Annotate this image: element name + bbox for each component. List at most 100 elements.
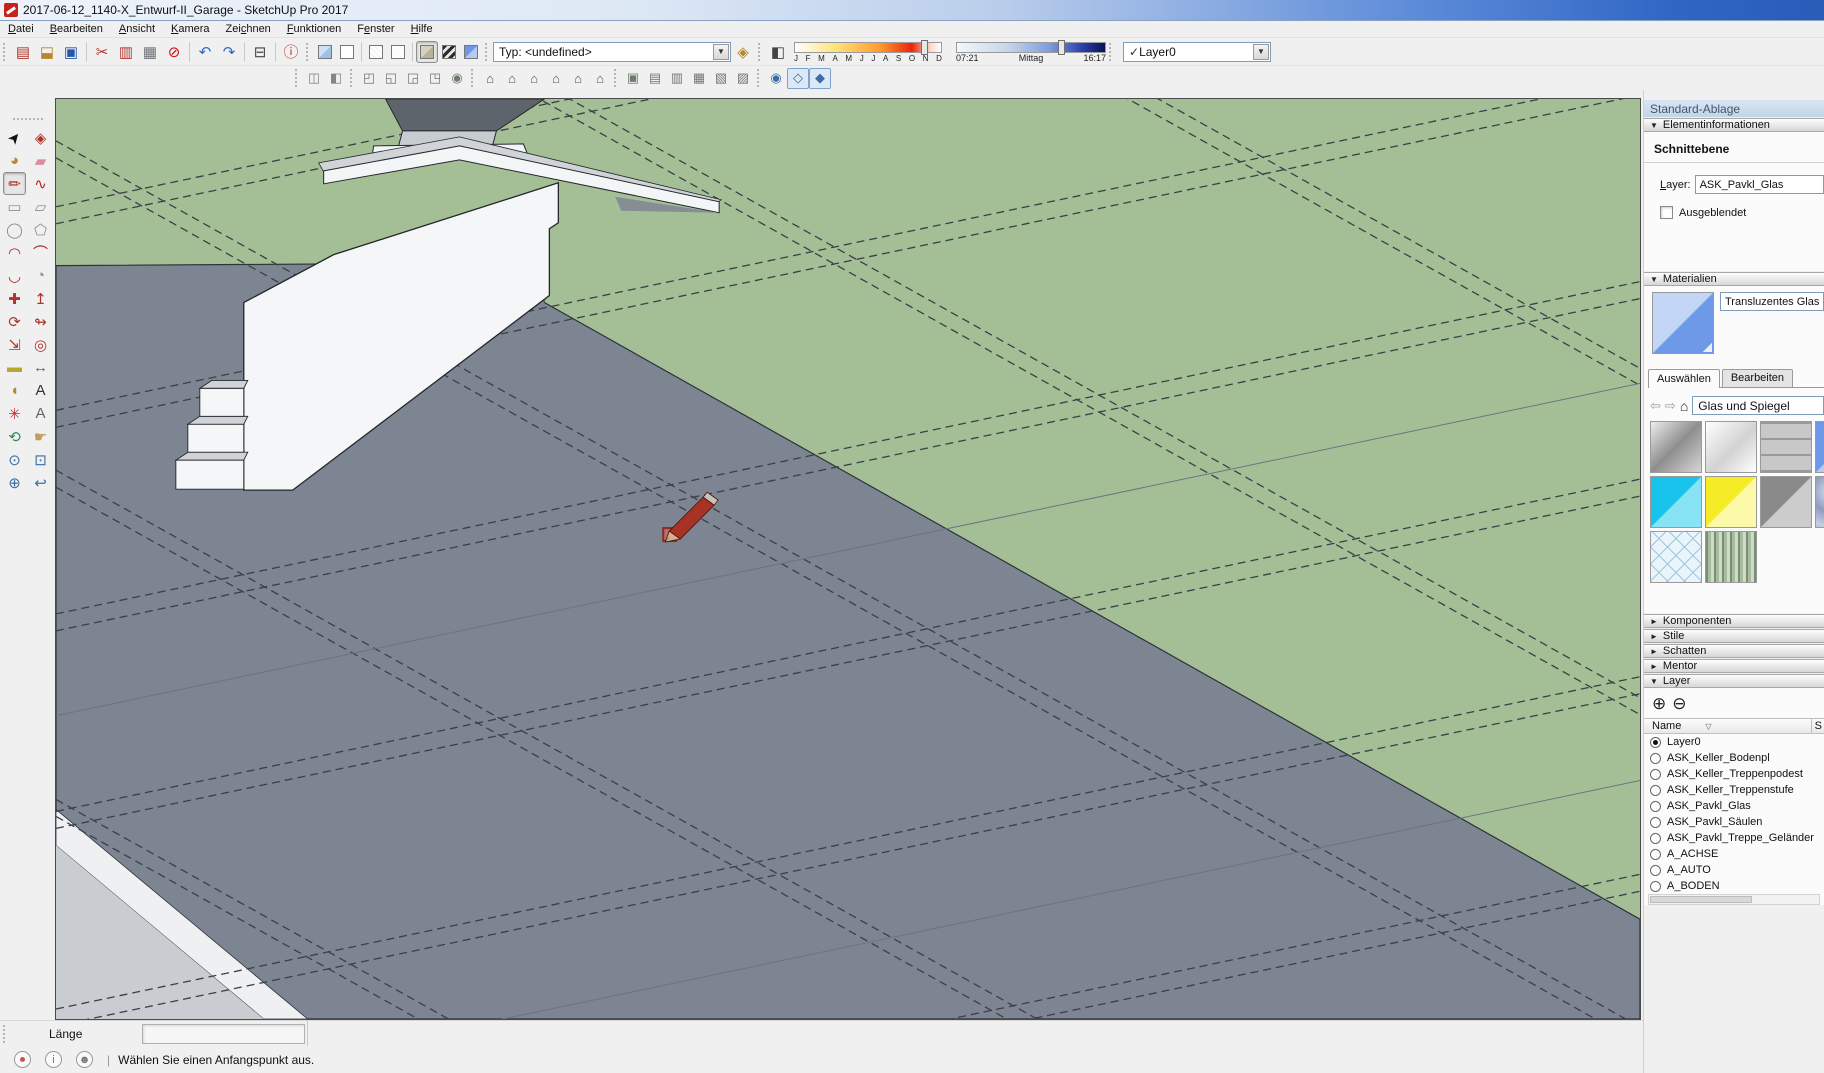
layer-radio[interactable] bbox=[1650, 833, 1661, 844]
geolocation-icon[interactable] bbox=[14, 1051, 31, 1068]
layer-radio[interactable] bbox=[1650, 865, 1661, 876]
undo[interactable]: ↶ bbox=[193, 40, 217, 64]
tool-arc[interactable]: ◠ bbox=[3, 241, 26, 264]
cut[interactable]: ✂ bbox=[90, 40, 114, 64]
component-attributes[interactable]: ▦ bbox=[688, 68, 710, 89]
material-glass-cloudy[interactable] bbox=[1815, 476, 1824, 528]
section-header-materialien[interactable]: ▼ Materialien bbox=[1644, 272, 1824, 286]
back-arrow-icon[interactable]: ⇦ bbox=[1650, 398, 1661, 414]
tool-scale[interactable]: ⇲ bbox=[3, 333, 26, 356]
tool-select[interactable]: ➤ bbox=[3, 126, 26, 149]
entity-layer-input[interactable]: ASK_Pavkl_Glas bbox=[1695, 175, 1824, 194]
layer-row[interactable]: ASK_Keller_Treppenstufe bbox=[1644, 782, 1824, 798]
layer-table-header[interactable]: Name ▽ S bbox=[1644, 718, 1824, 734]
tab-bearbeiten[interactable]: Bearbeiten bbox=[1722, 369, 1793, 387]
material-glass-clear[interactable] bbox=[1705, 421, 1757, 473]
copy[interactable]: ▥ bbox=[114, 40, 138, 64]
material-glass-lattice[interactable] bbox=[1650, 531, 1702, 583]
redo[interactable]: ↷ bbox=[217, 40, 241, 64]
home-icon[interactable]: ⌂ bbox=[1680, 398, 1688, 414]
solid-subtract[interactable]: ◳ bbox=[424, 68, 446, 89]
material-mirror-gray[interactable] bbox=[1650, 421, 1702, 473]
solid-union[interactable]: ◲ bbox=[402, 68, 424, 89]
save-file[interactable]: ▣ bbox=[59, 40, 83, 64]
layer-radio[interactable] bbox=[1650, 737, 1661, 748]
component-edit[interactable]: ▤ bbox=[644, 68, 666, 89]
tool-circle[interactable]: ◯ bbox=[3, 218, 26, 241]
tool-polygon[interactable]: ⬠ bbox=[29, 218, 52, 241]
tool-tape-measure[interactable]: ▬ bbox=[3, 356, 26, 379]
measurement-input[interactable] bbox=[142, 1024, 305, 1044]
style-back-edges[interactable] bbox=[365, 41, 387, 63]
print[interactable]: ⊟ bbox=[248, 40, 272, 64]
style-monochrome[interactable] bbox=[438, 41, 460, 63]
section-header-layer[interactable]: ▼ Layer bbox=[1644, 674, 1824, 688]
title-bar[interactable]: 2017-06-12_1140-X_Entwurf-II_Garage - Sk… bbox=[0, 0, 1824, 21]
material-glass-gray[interactable] bbox=[1760, 476, 1812, 528]
tool-two-point-arc[interactable]: ⌒ bbox=[29, 241, 52, 264]
layer-radio[interactable] bbox=[1650, 881, 1661, 892]
section-header-mentor[interactable]: ►Mentor bbox=[1644, 659, 1824, 673]
menu-funktionen[interactable]: Funktionen bbox=[279, 22, 349, 36]
shadow-time-slider[interactable]: 07:21Mittag16:17 bbox=[956, 40, 1106, 64]
view-back[interactable]: ⌂ bbox=[567, 68, 589, 89]
menu-zeichnen[interactable]: Zeichnen bbox=[218, 22, 279, 36]
tool-pie[interactable]: ◔ bbox=[29, 264, 52, 287]
active-layer-select[interactable]: ✓ Layer0▼ bbox=[1123, 42, 1271, 62]
component-interact[interactable]: ▧ bbox=[710, 68, 732, 89]
remove-layer-button[interactable]: ⊖ bbox=[1672, 694, 1686, 714]
layer-radio[interactable] bbox=[1650, 785, 1661, 796]
tab-auswählen[interactable]: Auswählen bbox=[1648, 369, 1720, 388]
layer-row[interactable]: ASK_Pavkl_Glas bbox=[1644, 798, 1824, 814]
style-xray[interactable] bbox=[314, 41, 336, 63]
material-glass-blue[interactable] bbox=[1815, 421, 1824, 473]
tool-zoom-window[interactable]: ⊡ bbox=[29, 448, 52, 471]
layer-radio[interactable] bbox=[1650, 817, 1661, 828]
tool-rotate[interactable]: ⟳ bbox=[3, 310, 26, 333]
layer-radio[interactable] bbox=[1650, 769, 1661, 780]
menu-kamera[interactable]: Kamera bbox=[163, 22, 218, 36]
layer-row[interactable]: ASK_Pavkl_Treppe_Geländer bbox=[1644, 830, 1824, 846]
tool-previous-view[interactable]: ↩ bbox=[29, 471, 52, 494]
hidden-checkbox[interactable] bbox=[1660, 206, 1673, 219]
component-browser[interactable]: ▨ bbox=[732, 68, 754, 89]
section-header-stile[interactable]: ►Stile bbox=[1644, 629, 1824, 643]
new-file[interactable]: ▤ bbox=[11, 40, 35, 64]
solid-trim[interactable]: ◉ bbox=[446, 68, 468, 89]
material-category-select[interactable]: Glas und Spiegel bbox=[1692, 396, 1824, 415]
visible-column-header[interactable]: S bbox=[1811, 719, 1822, 733]
tool-push-pull[interactable]: ↥ bbox=[29, 287, 52, 310]
layer-row[interactable]: ASK_Keller_Treppenpodest bbox=[1644, 766, 1824, 782]
material-glass-cyan[interactable] bbox=[1650, 476, 1702, 528]
menu-ansicht[interactable]: Ansicht bbox=[111, 22, 163, 36]
tool-zoom-extents[interactable]: ⊕ bbox=[3, 471, 26, 494]
tool-rotated-rectangle[interactable]: ▱ bbox=[29, 195, 52, 218]
layer-radio[interactable] bbox=[1650, 753, 1661, 764]
tool-three-point-arc[interactable]: ◡ bbox=[3, 264, 26, 287]
forward-arrow-icon[interactable]: ⇨ bbox=[1665, 398, 1676, 414]
menu-fenster[interactable]: Fenster bbox=[349, 22, 402, 36]
view-left[interactable]: ⌂ bbox=[589, 68, 611, 89]
tool-freehand[interactable]: ∿ bbox=[29, 172, 52, 195]
paste[interactable]: ▦ bbox=[138, 40, 162, 64]
view-right[interactable]: ⌂ bbox=[545, 68, 567, 89]
menu-bearbeiten[interactable]: Bearbeiten bbox=[42, 22, 111, 36]
shadow-date-slider[interactable]: JFMAMJJASOND bbox=[794, 40, 942, 64]
layer-hscrollbar[interactable] bbox=[1648, 894, 1820, 905]
layer-row[interactable]: ASK_Pavkl_Säulen bbox=[1644, 814, 1824, 830]
tool-rectangle[interactable]: ▭ bbox=[3, 195, 26, 218]
style-shaded[interactable] bbox=[416, 41, 438, 63]
view-front[interactable]: ⌂ bbox=[523, 68, 545, 89]
view-top[interactable]: ⌂ bbox=[501, 68, 523, 89]
tool-move[interactable]: ✚ bbox=[3, 287, 26, 310]
section-display[interactable]: ◧ bbox=[325, 68, 347, 89]
tool-dimensions[interactable]: ↔ bbox=[29, 356, 52, 379]
position-camera[interactable]: ◉ bbox=[765, 68, 787, 89]
tool-paint-bucket[interactable]: ◕ bbox=[3, 149, 26, 172]
info-icon[interactable]: i bbox=[45, 1051, 62, 1068]
component-options[interactable]: ▥ bbox=[666, 68, 688, 89]
user-icon[interactable]: ☻ bbox=[76, 1051, 93, 1068]
section-header-komponenten[interactable]: ►Komponenten bbox=[1644, 614, 1824, 628]
solid-intersect[interactable]: ◱ bbox=[380, 68, 402, 89]
layer-row[interactable]: Layer0 bbox=[1644, 734, 1824, 750]
